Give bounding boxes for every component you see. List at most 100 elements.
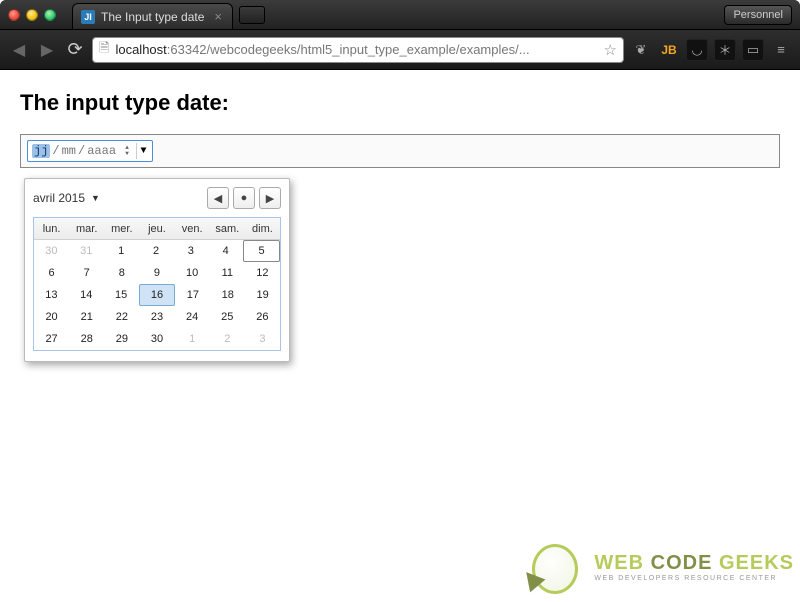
date-sep-1: /	[52, 144, 59, 158]
page-content: The input type date: jj / mm / aaaa ▲▼ ▼…	[0, 70, 800, 602]
datepicker-day[interactable]: 12	[245, 262, 280, 284]
datepicker-prev-button[interactable]: ◀	[207, 187, 229, 209]
datepicker-day[interactable]: 31	[69, 240, 104, 262]
datepicker-weekday: ven.	[175, 218, 210, 240]
watermark-word-3: GEEKS	[719, 552, 794, 574]
jetbrains-ext-icon[interactable]: JB	[658, 39, 680, 61]
datepicker-day[interactable]: 17	[175, 284, 210, 306]
date-field-container: jj / mm / aaaa ▲▼ ▼	[20, 134, 780, 168]
datepicker-day[interactable]: 13	[34, 284, 69, 306]
datepicker-day[interactable]: 10	[175, 262, 210, 284]
extension-icon-1[interactable]: ＊	[714, 39, 736, 61]
datepicker-week-row: 20212223242526	[34, 306, 280, 328]
date-day-segment[interactable]: jj	[32, 144, 50, 158]
date-input[interactable]: jj / mm / aaaa ▲▼ ▼	[27, 140, 153, 162]
url-path: :63342/webcodegeeks/html5_input_type_exa…	[167, 42, 530, 57]
datepicker-weekday: dim.	[245, 218, 280, 240]
tab-favicon-icon: JI	[81, 10, 95, 24]
watermark: WEB CODE GEEKS WEB DEVELOPERS RESOURCE C…	[526, 538, 794, 596]
watermark-text: WEB CODE GEEKS WEB DEVELOPERS RESOURCE C…	[594, 552, 794, 582]
pocket-ext-icon[interactable]: ◡	[686, 39, 708, 61]
tab-title: The Input type date	[101, 10, 204, 24]
watermark-logo-icon	[526, 538, 584, 596]
datepicker-day[interactable]: 9	[139, 262, 174, 284]
date-sep-2: /	[78, 144, 85, 158]
date-month-segment[interactable]: mm	[62, 144, 76, 158]
address-bar[interactable]: 🗎 localhost:63342/webcodegeeks/html5_inp…	[92, 37, 624, 63]
evernote-ext-icon[interactable]: ❦	[630, 39, 652, 61]
window-titlebar: JI The Input type date × Personnel	[0, 0, 800, 30]
datepicker-day[interactable]: 23	[139, 306, 174, 328]
datepicker-day[interactable]: 24	[175, 306, 210, 328]
datepicker-day[interactable]: 7	[69, 262, 104, 284]
url-text: localhost:63342/webcodegeeks/html5_input…	[115, 42, 597, 57]
datepicker-day[interactable]: 16	[139, 284, 176, 306]
extension-icons: ❦ JB ◡ ＊ ▭ ≡	[630, 39, 792, 61]
datepicker-nav: ◀ ● ▶	[207, 187, 281, 209]
browser-tab[interactable]: JI The Input type date ×	[72, 3, 233, 29]
page-icon: 🗎	[99, 39, 109, 61]
date-dropdown-icon[interactable]: ▼	[136, 143, 150, 159]
datepicker-day[interactable]: 4	[208, 240, 243, 262]
datepicker-day[interactable]: 29	[104, 328, 139, 350]
chevron-down-icon: ▼	[91, 193, 100, 203]
datepicker-day[interactable]: 2	[139, 240, 174, 262]
datepicker-day[interactable]: 19	[245, 284, 280, 306]
chrome-menu-icon[interactable]: ≡	[770, 39, 792, 61]
datepicker-day[interactable]: 8	[104, 262, 139, 284]
datepicker-week-row: 27282930123	[34, 328, 280, 350]
new-tab-button[interactable]	[239, 6, 265, 24]
tab-close-icon[interactable]: ×	[214, 9, 222, 24]
window-close-button[interactable]	[8, 9, 20, 21]
datepicker-day[interactable]: 15	[104, 284, 139, 306]
datepicker-day[interactable]: 3	[245, 328, 280, 350]
datepicker-grid: lun.mar.mer.jeu.ven.sam.dim. 30311234567…	[33, 217, 281, 351]
watermark-word-1: WEB	[594, 552, 650, 574]
datepicker-next-button[interactable]: ▶	[259, 187, 281, 209]
datepicker-day[interactable]: 11	[210, 262, 245, 284]
datepicker-month-select[interactable]: avril 2015 ▼	[33, 191, 100, 205]
browser-toolbar: ◀ ▶ ⟳ 🗎 localhost:63342/webcodegeeks/htm…	[0, 30, 800, 70]
datepicker-day[interactable]: 25	[210, 306, 245, 328]
datepicker-header: avril 2015 ▼ ◀ ● ▶	[33, 187, 281, 209]
datepicker-week-row: 13141516171819	[34, 284, 280, 306]
datepicker-day[interactable]: 28	[69, 328, 104, 350]
datepicker-weekday: lun.	[34, 218, 69, 240]
datepicker-week-row: 303112345	[34, 240, 280, 262]
reload-button[interactable]: ⟳	[64, 39, 86, 61]
forward-button[interactable]: ▶	[36, 39, 58, 61]
watermark-word-2: CODE	[651, 552, 719, 574]
watermark-subtitle: WEB DEVELOPERS RESOURCE CENTER	[594, 575, 794, 582]
datepicker-day[interactable]: 2	[210, 328, 245, 350]
window-zoom-button[interactable]	[44, 9, 56, 21]
datepicker-day[interactable]: 18	[210, 284, 245, 306]
datepicker-weekday: mar.	[69, 218, 104, 240]
datepicker-weekday: jeu.	[139, 218, 174, 240]
extension-icon-2[interactable]: ▭	[742, 39, 764, 61]
page-heading: The input type date:	[20, 90, 780, 116]
datepicker-popup: avril 2015 ▼ ◀ ● ▶ lun.mar.mer.jeu.ven.s…	[24, 178, 290, 362]
window-minimize-button[interactable]	[26, 9, 38, 21]
datepicker-weekday: mer.	[104, 218, 139, 240]
datepicker-day[interactable]: 3	[173, 240, 208, 262]
datepicker-day[interactable]: 5	[243, 240, 280, 262]
datepicker-day[interactable]: 14	[69, 284, 104, 306]
datepicker-month-label: avril 2015	[33, 191, 85, 205]
datepicker-day[interactable]: 27	[34, 328, 69, 350]
date-spinner[interactable]: ▲▼	[122, 143, 132, 159]
datepicker-day[interactable]: 1	[104, 240, 139, 262]
datepicker-day[interactable]: 1	[175, 328, 210, 350]
datepicker-day[interactable]: 30	[34, 240, 69, 262]
datepicker-day[interactable]: 30	[139, 328, 174, 350]
profile-button[interactable]: Personnel	[724, 5, 792, 25]
datepicker-day[interactable]: 22	[104, 306, 139, 328]
datepicker-day[interactable]: 21	[69, 306, 104, 328]
datepicker-day[interactable]: 6	[34, 262, 69, 284]
bookmark-star-icon[interactable]: ☆	[604, 41, 617, 59]
datepicker-day[interactable]: 20	[34, 306, 69, 328]
datepicker-today-button[interactable]: ●	[233, 187, 255, 209]
back-button[interactable]: ◀	[8, 39, 30, 61]
datepicker-weekday: sam.	[210, 218, 245, 240]
date-year-segment[interactable]: aaaa	[87, 144, 116, 158]
datepicker-day[interactable]: 26	[245, 306, 280, 328]
